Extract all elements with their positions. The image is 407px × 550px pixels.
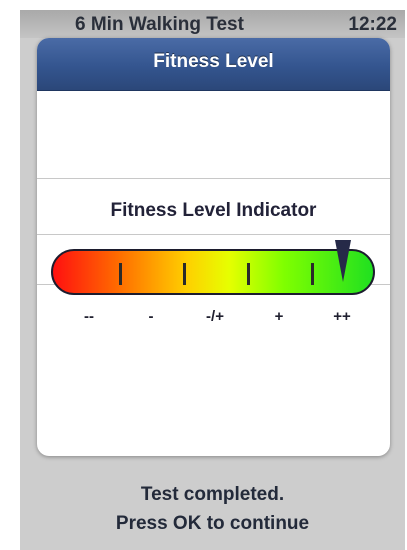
gauge-tick	[119, 263, 122, 285]
level-pointer-icon	[334, 240, 351, 282]
status-time: 12:22	[348, 14, 397, 35]
dialog-header: Fitness Level	[37, 38, 390, 91]
divider	[37, 234, 390, 235]
device-screen: 6 Min Walking Test 12:22 Fitness Level F…	[20, 10, 405, 550]
gauge-tick	[311, 263, 314, 285]
fitness-gauge-bar	[51, 249, 375, 295]
status-bar: 6 Min Walking Test 12:22	[20, 10, 405, 38]
scale-label-high: +	[274, 308, 284, 325]
scale-label-very-low: --	[84, 308, 94, 325]
gauge-tick	[183, 263, 186, 285]
scale-label-low: -	[148, 308, 154, 325]
scale-label-very-high: ++	[333, 308, 351, 325]
dialog-title: Fitness Level	[153, 51, 274, 72]
gauge-tick	[247, 263, 250, 285]
app-title: 6 Min Walking Test	[75, 14, 244, 35]
divider	[37, 178, 390, 179]
scale-label-medium: -/+	[206, 308, 224, 325]
indicator-label: Fitness Level Indicator	[110, 200, 317, 221]
fitness-level-dialog: Fitness Level Fitness Level Indicator --…	[37, 38, 390, 456]
continue-instruction: Press OK to continue	[115, 513, 310, 534]
completion-message: Test completed.	[140, 484, 285, 505]
